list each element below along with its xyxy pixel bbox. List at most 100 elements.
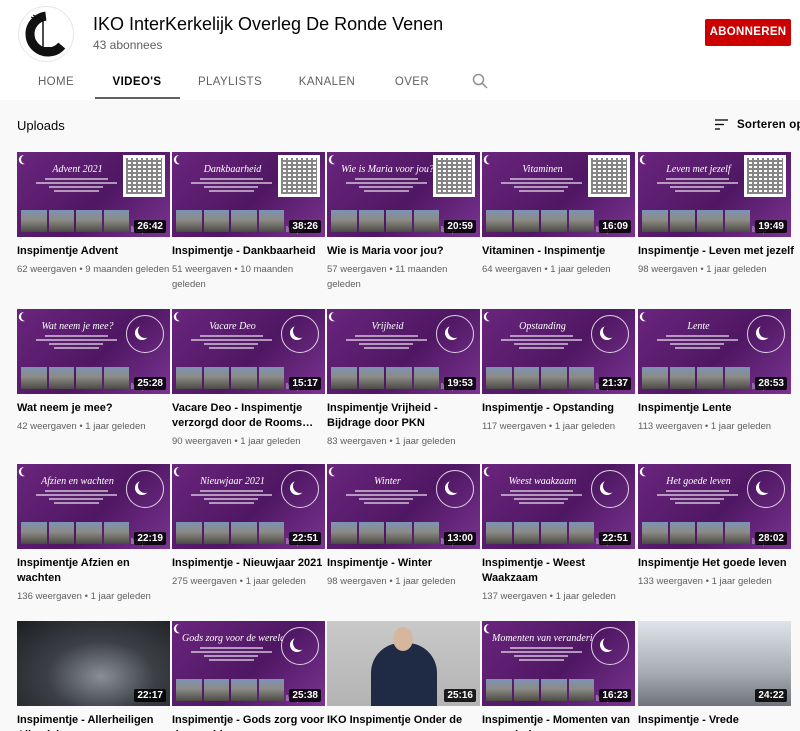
meta-separator: •: [231, 436, 241, 447]
thumbnail-title: Advent 2021: [52, 164, 103, 175]
video-title[interactable]: Inspimentje - Dankbaarheid: [172, 244, 328, 259]
sort-button[interactable]: Sorteren op: [714, 117, 800, 132]
video-title[interactable]: Inspimentje - Vrede: [638, 713, 794, 728]
view-count: 136 weergaven: [17, 591, 82, 602]
thumbnail-subtext: [341, 335, 431, 351]
video-title[interactable]: IKO Inspimentje Onder de: [327, 713, 483, 728]
video-title[interactable]: Inspimentje - Gods zorg voor de wereld: [172, 713, 328, 731]
video-thumbnail[interactable]: Wat neem je mee?Insp25:28: [17, 309, 170, 394]
tab-channels[interactable]: KANALEN: [295, 64, 359, 100]
iko-seal-icon: [747, 470, 785, 508]
tab-videos[interactable]: VIDEO'S: [103, 64, 171, 100]
video-title[interactable]: Inspimentje Vrijheid - Bijdrage door PKN…: [327, 401, 483, 431]
iko-seal-icon: [281, 627, 319, 665]
video-thumbnail[interactable]: Nieuwjaar 2021Insp22:51: [172, 464, 325, 549]
upload-age: 1 jaar geleden: [710, 421, 772, 432]
video-meta: 98 weergaven • 1 jaar geleden: [327, 574, 483, 589]
video-card[interactable]: Het goede levenInsp28:02 Inspimentje Het …: [638, 464, 794, 589]
thumbnail-subtext: [652, 490, 742, 506]
sort-lines-icon: [715, 119, 728, 130]
church-photos: [176, 210, 284, 232]
video-duration: 13:00: [444, 532, 476, 545]
video-title[interactable]: Inspimentje Het goede leven: [638, 556, 794, 571]
video-thumbnail[interactable]: DankbaarheidInsp38:26: [172, 152, 325, 237]
video-title[interactable]: Wie is Maria voor jou?: [327, 244, 483, 259]
video-thumbnail[interactable]: Momenten van veranderingInsp16:23: [482, 621, 635, 706]
video-title[interactable]: Inspimentje - Winter: [327, 556, 483, 571]
tab-about[interactable]: OVER: [388, 64, 436, 100]
upload-age: 1 jaar geleden: [395, 576, 456, 587]
video-card[interactable]: LenteInsp28:53 Inspimentje Lente 113 weerg…: [638, 309, 794, 434]
video-thumbnail[interactable]: VrijheidInsp19:53: [327, 309, 480, 394]
video-card[interactable]: Gods zorg voor de wereldInsp25:38 Inspime…: [172, 621, 328, 731]
video-card[interactable]: 25:16 IKO Inspimentje Onder de: [327, 621, 483, 728]
video-title[interactable]: Wat neem je mee?: [17, 401, 173, 416]
video-title[interactable]: Inspimentje - Momenten van verandering: [482, 713, 638, 731]
video-title[interactable]: Inspimentje - Leven met jezelf: [638, 244, 794, 259]
video-card[interactable]: 22:17 Inspimentje - Allerheiligen Allerzi…: [17, 621, 173, 731]
subscribe-button[interactable]: ABONNEREN: [705, 19, 791, 46]
video-card[interactable]: Momenten van veranderingInsp16:23 Inspime…: [482, 621, 638, 731]
video-card[interactable]: Wat neem je mee?Insp25:28 Wat neem je mee…: [17, 309, 173, 434]
video-thumbnail[interactable]: Vacare DeoInsp15:17: [172, 309, 325, 394]
upload-age: 1 jaar geleden: [240, 436, 301, 447]
view-count: 57 weergaven: [327, 264, 387, 275]
video-thumbnail[interactable]: VitaminenInsp16:09: [482, 152, 635, 237]
video-thumbnail[interactable]: Wie is Maria voor jou?Insp20:59: [327, 152, 480, 237]
video-title[interactable]: Inspimentje - Allerheiligen Allerzielen: [17, 713, 173, 731]
view-count: 113 weergaven: [638, 421, 703, 432]
video-card[interactable]: Nieuwjaar 2021Insp22:51 Inspimentje - Nie…: [172, 464, 328, 589]
video-title[interactable]: Inspimentje Lente: [638, 401, 794, 416]
video-thumbnail[interactable]: 25:16: [327, 621, 480, 706]
video-card[interactable]: Weest waakzaamInsp22:51 Inspimentje - Wee…: [482, 464, 638, 604]
video-title[interactable]: Vacare Deo - Inspimentje verzorgd door d…: [172, 401, 328, 431]
video-title[interactable]: Vitaminen - Inspimentje: [482, 244, 638, 259]
thumbnail-subtext: [496, 490, 586, 506]
upload-age: 9 maanden geleden: [85, 264, 170, 275]
church-photos: [176, 522, 284, 544]
video-meta: 136 weergaven • 1 jaar geleden: [17, 589, 173, 604]
channel-avatar[interactable]: [18, 6, 74, 62]
video-duration: 28:02: [755, 532, 787, 545]
video-card[interactable]: WinterInsp13:00 Inspimentje - Winter 98 we…: [327, 464, 483, 589]
video-title[interactable]: Inspimentje - Opstanding: [482, 401, 638, 416]
video-thumbnail[interactable]: 24:22: [638, 621, 791, 706]
video-thumbnail[interactable]: 22:17: [17, 621, 170, 706]
search-icon[interactable]: [471, 72, 489, 90]
meta-separator: •: [386, 264, 396, 275]
church-photos: [642, 522, 750, 544]
video-card[interactable]: Wie is Maria voor jou?Insp20:59 Wie is Ma…: [327, 152, 483, 292]
video-thumbnail[interactable]: Afzien en wachtenInsp22:19: [17, 464, 170, 549]
video-meta: 90 weergaven • 1 jaar geleden: [172, 434, 328, 449]
video-card[interactable]: Afzien en wachtenInsp22:19 Inspimentje Af…: [17, 464, 173, 604]
video-card[interactable]: 24:22 Inspimentje - Vrede: [638, 621, 794, 728]
church-photos: [176, 367, 284, 389]
video-card[interactable]: Advent 2021Insp26:42 Inspimentje Advent 62…: [17, 152, 173, 277]
church-photos: [21, 367, 129, 389]
video-title[interactable]: Inspimentje Afzien en wachten: [17, 556, 173, 586]
video-card[interactable]: Leven met jezelfInsp19:49 Inspimentje - L…: [638, 152, 794, 277]
video-card[interactable]: DankbaarheidInsp38:26 Inspimentje - Dankb…: [172, 152, 328, 292]
video-card[interactable]: VitaminenInsp16:09 Vitaminen - Inspimentj…: [482, 152, 638, 277]
video-card[interactable]: Vacare DeoInsp15:17 Vacare Deo - Inspimen…: [172, 309, 328, 449]
tab-home[interactable]: HOME: [31, 64, 81, 100]
channel-logo-icon: [25, 11, 71, 57]
thumbnail-title: Weest waakzaam: [508, 476, 577, 487]
video-thumbnail[interactable]: LenteInsp28:53: [638, 309, 791, 394]
video-thumbnail[interactable]: OpstandingInsp21:37: [482, 309, 635, 394]
video-title[interactable]: Inspimentje - Nieuwjaar 2021: [172, 556, 328, 571]
video-thumbnail[interactable]: Het goede levenInsp28:02: [638, 464, 791, 549]
video-thumbnail[interactable]: WinterInsp13:00: [327, 464, 480, 549]
video-thumbnail[interactable]: Leven met jezelfInsp19:49: [638, 152, 791, 237]
video-thumbnail[interactable]: Gods zorg voor de wereldInsp25:38: [172, 621, 325, 706]
video-title[interactable]: Inspimentje - Weest Waakzaam: [482, 556, 638, 586]
video-card[interactable]: VrijheidInsp19:53 Inspimentje Vrijheid - …: [327, 309, 483, 449]
video-thumbnail[interactable]: Weest waakzaamInsp22:51: [482, 464, 635, 549]
tab-playlists[interactable]: PLAYLISTS: [193, 64, 267, 100]
video-meta: 62 weergaven • 9 maanden geleden: [17, 262, 173, 277]
video-title[interactable]: Inspimentje Advent: [17, 244, 173, 259]
video-card[interactable]: OpstandingInsp21:37 Inspimentje - Opstand…: [482, 309, 638, 434]
video-meta: 133 weergaven • 1 jaar geleden: [638, 574, 794, 589]
qr-code-icon: [278, 155, 320, 197]
video-thumbnail[interactable]: Advent 2021Insp26:42: [17, 152, 170, 237]
